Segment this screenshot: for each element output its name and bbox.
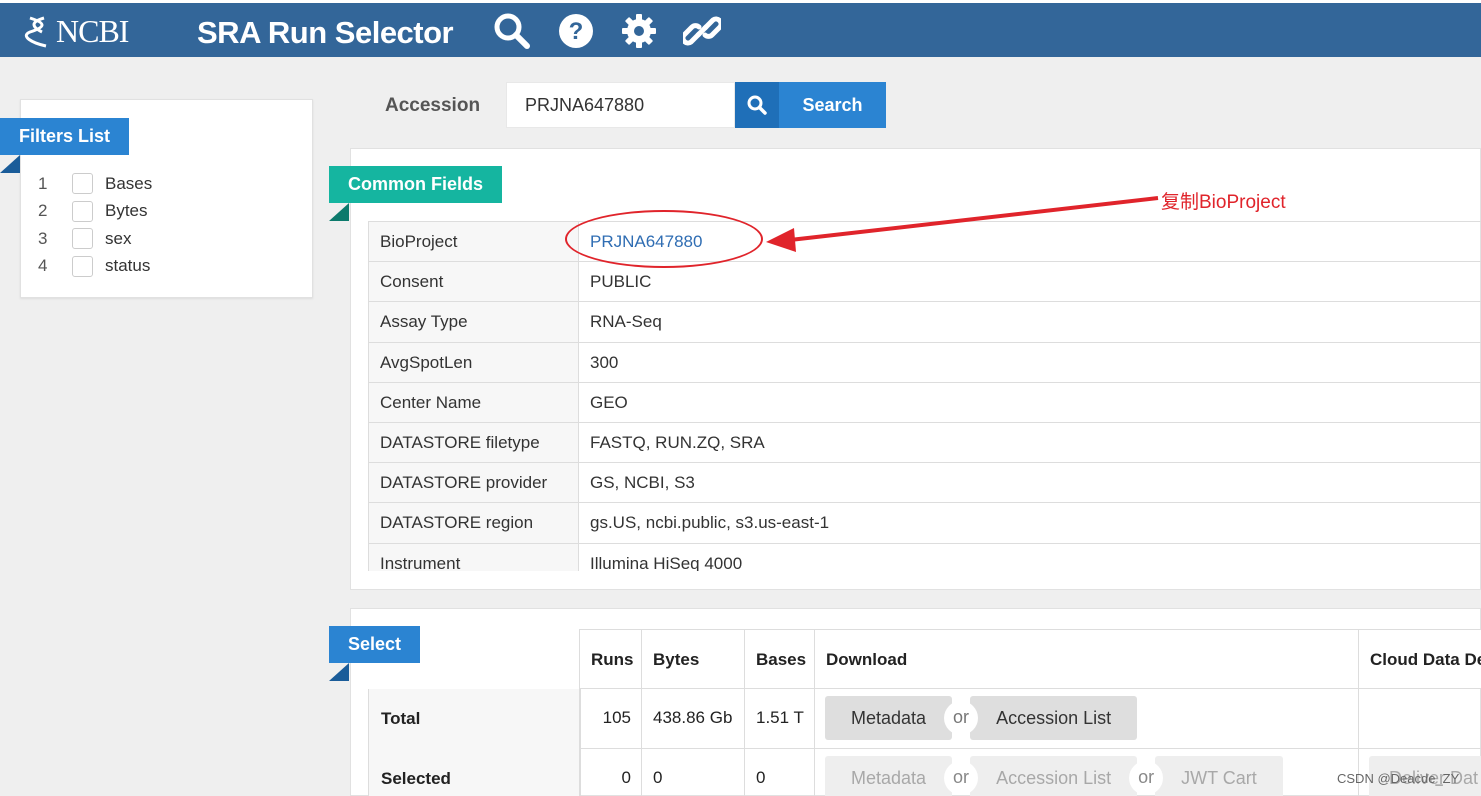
table-row: Center Name GEO xyxy=(368,382,1481,423)
header-cloud-delivery: Cloud Data De xyxy=(1358,629,1481,689)
filter-label: Bytes xyxy=(105,201,148,221)
annotation-arrow-icon xyxy=(766,196,1159,252)
selected-runs: 0 xyxy=(580,748,641,796)
selected-download-group: Metadata or Accession List or JWT Cart xyxy=(825,756,1283,796)
ncbi-helix-icon xyxy=(24,16,47,47)
total-metadata-button[interactable]: Metadata xyxy=(825,696,953,740)
watermark-text: CSDN @Deacde_ZY xyxy=(1337,771,1460,786)
filter-item-bytes[interactable]: 2 Bytes xyxy=(38,198,152,226)
filter-number: 2 xyxy=(38,201,48,221)
table-row: DATASTORE filetype FASTQ, RUN.ZQ, SRA xyxy=(368,422,1481,464)
magnifier-icon xyxy=(747,95,767,115)
or-separator: or xyxy=(944,761,979,795)
select-title: Select xyxy=(329,626,421,681)
field-key: Assay Type xyxy=(368,302,579,342)
filter-number: 4 xyxy=(38,256,48,276)
field-key: Instrument xyxy=(368,543,579,571)
search-button[interactable]: Search xyxy=(735,82,886,128)
field-key: DATASTORE filetype xyxy=(368,422,579,463)
field-key: Consent xyxy=(368,262,579,302)
table-row: Consent PUBLIC xyxy=(368,262,1481,303)
field-key: DATASTORE provider xyxy=(368,463,579,503)
header-bytes: Bytes xyxy=(641,629,744,689)
total-cloud-cell xyxy=(1358,688,1481,748)
filter-item-bases[interactable]: 1 Bases xyxy=(38,170,152,198)
table-row: Instrument Illumina HiSeq 4000 xyxy=(368,543,1481,572)
search-icon[interactable] xyxy=(493,12,531,50)
total-accession-list-button[interactable]: Accession List xyxy=(970,696,1138,740)
selected-bases: 0 xyxy=(744,748,814,796)
filter-checkbox[interactable] xyxy=(72,173,93,195)
field-value: Illumina HiSeq 4000 xyxy=(590,553,743,572)
filter-item-status[interactable]: 4 status xyxy=(38,253,152,281)
settings-gear-icon[interactable] xyxy=(620,12,658,50)
header-download: Download xyxy=(814,629,1358,689)
total-label: Total xyxy=(368,689,580,749)
filter-label: status xyxy=(105,256,151,276)
filters-list-title: Filters List xyxy=(0,118,130,173)
svg-text:?: ? xyxy=(569,18,584,45)
table-row: DATASTORE provider GS, NCBI, S3 xyxy=(368,463,1481,504)
header-bases: Bases xyxy=(744,629,814,689)
total-download-group: Metadata or Accession List xyxy=(825,696,1138,740)
filter-item-sex[interactable]: 3 sex xyxy=(38,225,152,253)
common-fields-table: BioProject PRJNA647880 Consent PUBLIC As… xyxy=(368,221,1481,571)
filter-number: 1 xyxy=(38,173,48,193)
search-button-icon xyxy=(735,82,779,128)
total-bases: 1.51 T xyxy=(744,688,814,748)
selected-metadata-button[interactable]: Metadata xyxy=(825,756,953,796)
total-runs: 105 xyxy=(580,688,641,748)
field-value: RNA-Seq xyxy=(590,312,662,332)
filter-checkbox[interactable] xyxy=(72,228,93,250)
selected-bytes: 0 xyxy=(641,748,744,796)
or-separator: or xyxy=(944,701,979,735)
filter-label: Bases xyxy=(105,173,153,193)
field-key: BioProject xyxy=(368,222,579,262)
filters-list: 1 Bases 2 Bytes 3 sex 4 status xyxy=(38,170,152,280)
ncbi-logo-text: NCBI xyxy=(56,13,129,49)
field-value: PUBLIC xyxy=(590,272,652,292)
total-bytes: 438.86 Gb xyxy=(641,688,744,748)
help-icon[interactable]: ? xyxy=(557,12,595,50)
table-row: AvgSpotLen 300 xyxy=(368,342,1481,383)
search-button-label: Search xyxy=(802,94,863,115)
accession-input[interactable]: PRJNA647880 xyxy=(506,82,735,128)
table-row: DATASTORE region gs.US, ncbi.public, s3.… xyxy=(368,503,1481,544)
filter-label: sex xyxy=(105,228,132,248)
field-key: DATASTORE region xyxy=(368,503,579,543)
accession-label: Accession xyxy=(385,95,481,116)
table-row: Assay Type RNA-Seq xyxy=(368,302,1481,343)
field-key: AvgSpotLen xyxy=(368,342,579,382)
selected-accession-list-button[interactable]: Accession List xyxy=(970,756,1138,796)
header-runs: Runs xyxy=(579,629,641,689)
field-value: FASTQ, RUN.ZQ, SRA xyxy=(590,432,765,452)
app-title: SRA Run Selector xyxy=(197,15,454,50)
field-key: Center Name xyxy=(368,382,579,422)
ncbi-logo[interactable]: NCBI xyxy=(24,13,129,50)
common-fields-title: Common Fields xyxy=(329,166,503,221)
link-icon[interactable] xyxy=(683,12,721,50)
field-value: gs.US, ncbi.public, s3.us-east-1 xyxy=(590,513,830,533)
field-value: 300 xyxy=(590,352,619,372)
top-header-bar: NCBI SRA Run Selector ? xyxy=(0,0,1481,57)
field-value: GEO xyxy=(590,392,628,412)
or-separator: or xyxy=(1129,761,1164,795)
filter-number: 3 xyxy=(38,228,48,248)
field-value: GS, NCBI, S3 xyxy=(590,473,695,493)
filter-checkbox[interactable] xyxy=(72,255,93,277)
selected-jwt-cart-button[interactable]: JWT Cart xyxy=(1155,756,1283,796)
annotation-text: 复制BioProject xyxy=(1161,192,1286,213)
selected-label: Selected xyxy=(368,749,580,796)
filter-checkbox[interactable] xyxy=(72,200,93,222)
annotation-ellipse xyxy=(565,210,763,268)
